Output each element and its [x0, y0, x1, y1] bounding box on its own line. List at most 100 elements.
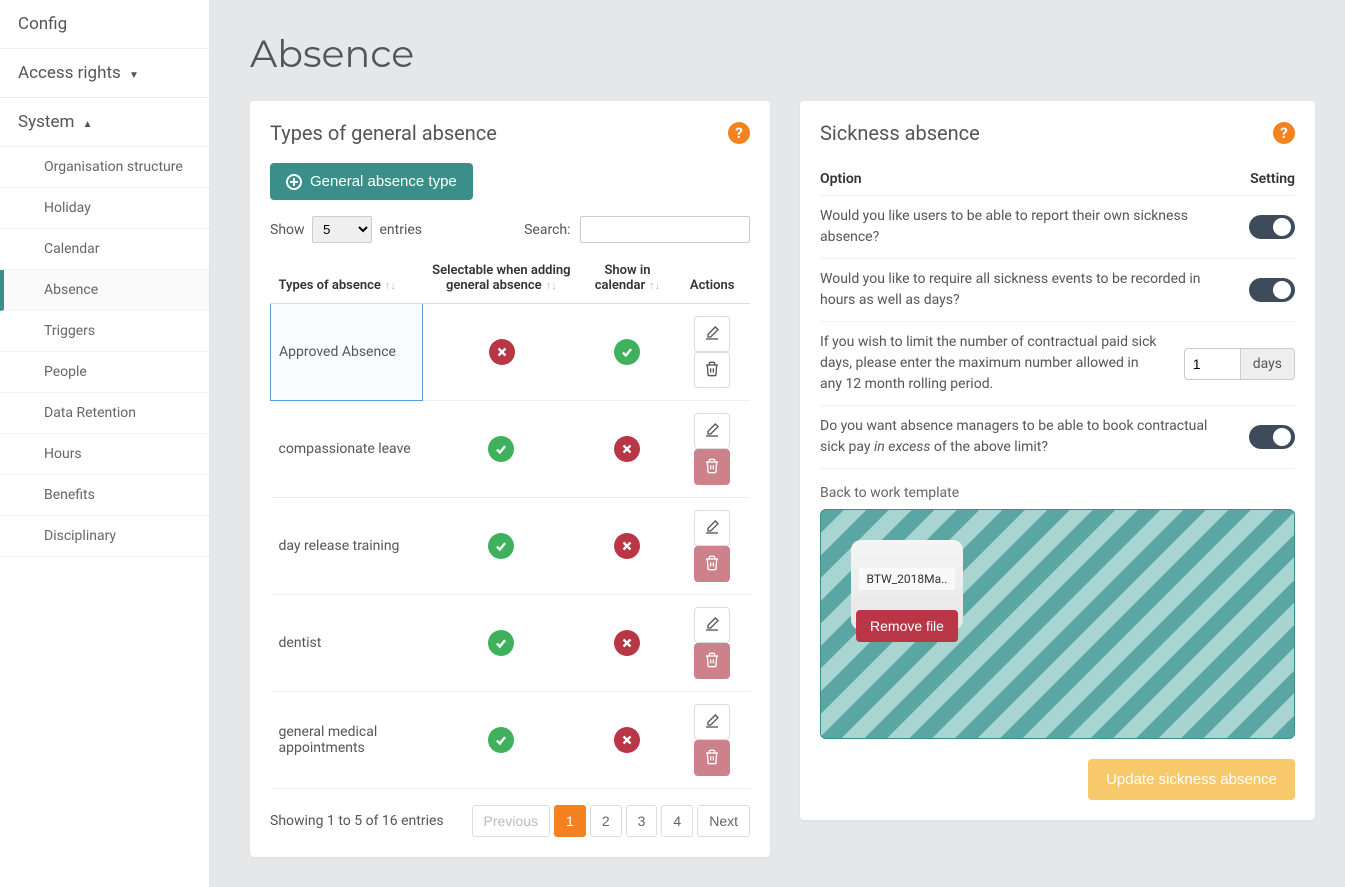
page-2-button[interactable]: 2 [590, 805, 622, 837]
toggle-excess[interactable] [1249, 425, 1295, 449]
nav-access-rights[interactable]: Access rights ▼ [0, 49, 209, 98]
edit-icon [704, 422, 720, 441]
next-button[interactable]: Next [697, 805, 750, 837]
remove-file-button[interactable]: Remove file [856, 610, 958, 642]
page-1-button[interactable]: 1 [554, 805, 586, 837]
add-general-absence-button[interactable]: General absence type [270, 163, 473, 200]
help-icon[interactable]: ? [728, 122, 750, 144]
sidebar-item-calendar[interactable]: Calendar [0, 229, 209, 270]
trash-icon [704, 555, 720, 574]
table-row: compassionate leave [271, 401, 751, 498]
col-types[interactable]: Types of absence↑↓ [271, 253, 423, 304]
edit-button[interactable] [694, 510, 730, 546]
edit-button[interactable] [694, 316, 730, 352]
col-option-label: Option [820, 171, 862, 187]
nav-config[interactable]: Config [0, 0, 209, 49]
page-4-button[interactable]: 4 [661, 805, 693, 837]
opt-self-report-label: Would you like users to be able to repor… [820, 206, 1229, 248]
show-label: Show [270, 222, 305, 238]
panel-general-absence: Types of general absence ? General absen… [250, 101, 770, 857]
absence-type-name[interactable]: Approved Absence [271, 304, 423, 401]
uploaded-file-tile: BTW_2018Ma.. Remove file [851, 540, 963, 630]
sidebar-item-people[interactable]: People [0, 352, 209, 393]
absence-type-name[interactable]: compassionate leave [271, 401, 423, 498]
edit-button[interactable] [694, 607, 730, 643]
toggle-hours-days[interactable] [1249, 278, 1295, 302]
check-icon [614, 339, 640, 365]
nav-system-label: System [18, 112, 74, 132]
plus-circle-icon [286, 174, 302, 190]
panel-title-general: Types of general absence [270, 121, 497, 145]
nav-config-label: Config [18, 14, 67, 34]
edit-icon [704, 713, 720, 732]
entries-length-control: Show 5 entries [270, 216, 422, 243]
page-title: Absence [250, 30, 1315, 77]
absence-type-name[interactable]: dentist [271, 595, 423, 692]
upload-dropzone[interactable]: BTW_2018Ma.. Remove file [820, 509, 1295, 739]
edit-button[interactable] [694, 413, 730, 449]
sidebar-item-hours[interactable]: Hours [0, 434, 209, 475]
cross-icon [614, 436, 640, 462]
sidebar-item-absence[interactable]: Absence [0, 270, 209, 311]
pagination: Previous1234Next [472, 805, 750, 837]
check-icon [488, 727, 514, 753]
sidebar: Config Access rights ▼ System ▲ Organisa… [0, 0, 210, 887]
sidebar-item-triggers[interactable]: Triggers [0, 311, 209, 352]
panel-title-sickness: Sickness absence [820, 121, 980, 145]
page-size-select[interactable]: 5 [312, 216, 372, 243]
page-3-button[interactable]: 3 [626, 805, 658, 837]
trash-icon [704, 361, 720, 380]
panel-sickness-absence: Sickness absence ? Option Setting Would … [800, 101, 1315, 820]
help-icon[interactable]: ? [1273, 122, 1295, 144]
search-label: Search: [524, 222, 570, 238]
trash-icon [704, 749, 720, 768]
absence-types-table: Types of absence↑↓ Selectable when addin… [270, 253, 750, 789]
delete-button [694, 449, 730, 485]
search-control: Search: [524, 216, 750, 243]
nav-system-submenu: Organisation structureHolidayCalendarAbs… [0, 147, 209, 557]
trash-icon [704, 458, 720, 477]
sidebar-item-organisation-structure[interactable]: Organisation structure [0, 147, 209, 188]
sort-icon: ↑↓ [385, 282, 396, 290]
delete-button [694, 643, 730, 679]
absence-type-name[interactable]: general medical appointments [271, 692, 423, 789]
sick-days-limit-input[interactable] [1184, 348, 1240, 380]
update-sickness-button[interactable]: Update sickness absence [1088, 759, 1295, 800]
table-row: dentist [271, 595, 751, 692]
edit-icon [704, 325, 720, 344]
cross-icon [614, 630, 640, 656]
nav-access-rights-label: Access rights [18, 63, 121, 83]
add-button-label: General absence type [310, 173, 457, 190]
delete-button [694, 740, 730, 776]
check-icon [488, 436, 514, 462]
sort-icon: ↑↓ [546, 282, 557, 290]
opt-excess-label: Do you want absence managers to be able … [820, 416, 1229, 458]
sidebar-item-disciplinary[interactable]: Disciplinary [0, 516, 209, 557]
absence-type-name[interactable]: day release training [271, 498, 423, 595]
opt-hours-days-label: Would you like to require all sickness e… [820, 269, 1229, 311]
edit-icon [704, 616, 720, 635]
sidebar-item-data-retention[interactable]: Data Retention [0, 393, 209, 434]
col-selectable[interactable]: Selectable when adding general absence↑↓ [422, 253, 581, 304]
check-icon [488, 533, 514, 559]
caret-down-icon: ▼ [129, 70, 139, 81]
table-info: Showing 1 to 5 of 16 entries [270, 813, 444, 829]
edit-icon [704, 519, 720, 538]
search-input[interactable] [580, 216, 750, 243]
nav-system[interactable]: System ▲ [0, 98, 209, 147]
prev-button[interactable]: Previous [472, 805, 550, 837]
col-actions: Actions [674, 253, 750, 304]
table-row: Approved Absence [271, 304, 751, 401]
sidebar-item-benefits[interactable]: Benefits [0, 475, 209, 516]
sort-icon: ↑↓ [649, 282, 660, 290]
days-addon: days [1240, 348, 1295, 380]
cross-icon [614, 533, 640, 559]
trash-icon [704, 652, 720, 671]
toggle-self-report[interactable] [1249, 215, 1295, 239]
delete-button[interactable] [694, 352, 730, 388]
col-show[interactable]: Show in calendar↑↓ [581, 253, 675, 304]
opt-limit-label: If you wish to limit the number of contr… [820, 332, 1164, 395]
caret-up-icon: ▲ [83, 119, 93, 130]
sidebar-item-holiday[interactable]: Holiday [0, 188, 209, 229]
edit-button[interactable] [694, 704, 730, 740]
